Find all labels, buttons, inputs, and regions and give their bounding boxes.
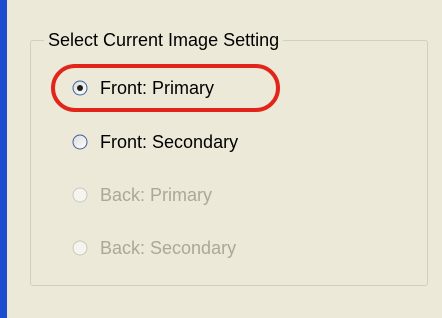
selection-highlight: [51, 64, 280, 112]
radio-disabled-icon: [72, 187, 88, 203]
radio-disabled-icon: [72, 240, 88, 256]
radio-unselected-icon[interactable]: [72, 134, 88, 150]
radio-option-back-secondary[interactable]: Back: Secondary: [72, 234, 236, 262]
radio-label-back-primary: Back: Primary: [100, 185, 213, 205]
radio-option-back-primary[interactable]: Back: Primary: [72, 181, 212, 209]
radio-option-front-secondary[interactable]: Front: Secondary: [72, 128, 238, 156]
radio-label-front-secondary: Front: Secondary: [100, 132, 239, 152]
radio-label-back-secondary: Back: Secondary: [100, 238, 237, 258]
window-edge: [0, 0, 7, 318]
group-title: Select Current Image Setting: [44, 28, 284, 52]
